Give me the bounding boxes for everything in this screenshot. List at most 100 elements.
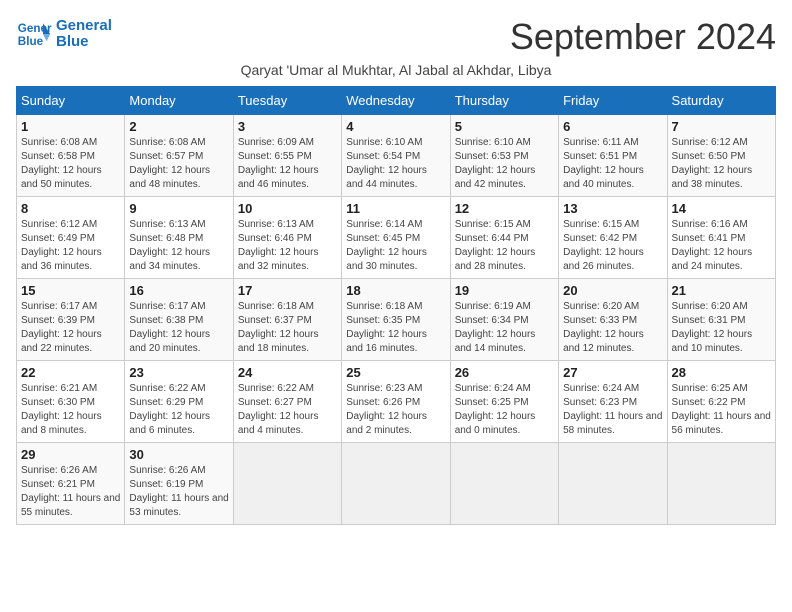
calendar-table: SundayMondayTuesdayWednesdayThursdayFrid… [16, 86, 776, 525]
page-header: General Blue General Blue September 2024 [16, 16, 776, 58]
day-number: 12 [455, 201, 554, 216]
calendar-cell: 18 Sunrise: 6:18 AMSunset: 6:35 PMDayligh… [342, 279, 450, 361]
calendar-cell [667, 443, 775, 525]
calendar-cell [233, 443, 341, 525]
day-info: Sunrise: 6:18 AMSunset: 6:35 PMDaylight:… [346, 300, 445, 356]
day-info: Sunrise: 6:20 AMSunset: 6:33 PMDaylight:… [563, 300, 662, 356]
week-row-3: 15Sunrise: 6:17 AMSunset: 6:39 PMDayligh… [17, 279, 776, 361]
day-number: 19 [455, 283, 554, 298]
day-info: Sunrise: 6:24 AMSunset: 6:23 PMDaylight:… [563, 382, 662, 438]
day-info: Sunrise: 6:26 AMSunset: 6:19 PMDaylight:… [129, 464, 228, 520]
calendar-cell: 26 Sunrise: 6:24 AMSunset: 6:25 PMDayligh… [450, 361, 558, 443]
day-number: 1 [21, 119, 120, 134]
header-friday: Friday [559, 87, 667, 115]
day-info: Sunrise: 6:15 AMSunset: 6:42 PMDaylight:… [563, 218, 662, 274]
day-number: 16 [129, 283, 228, 298]
calendar-cell: 17Sunrise: 6:18 AMSunset: 6:37 PMDayligh… [233, 279, 341, 361]
calendar-cell: 19 Sunrise: 6:19 AMSunset: 6:34 PMDayligh… [450, 279, 558, 361]
day-info: Sunrise: 6:08 AMSunset: 6:57 PMDaylight:… [129, 136, 228, 192]
day-info: Sunrise: 6:24 AMSunset: 6:25 PMDaylight:… [455, 382, 554, 438]
day-number: 24 [238, 365, 337, 380]
calendar-cell: 21 Sunrise: 6:20 AMSunset: 6:31 PMDayligh… [667, 279, 775, 361]
header-wednesday: Wednesday [342, 87, 450, 115]
day-number: 9 [129, 201, 228, 216]
calendar-cell: 25 Sunrise: 6:23 AMSunset: 6:26 PMDayligh… [342, 361, 450, 443]
svg-text:Blue: Blue [18, 35, 44, 48]
calendar-cell: 14Sunrise: 6:16 AMSunset: 6:41 PMDayligh… [667, 197, 775, 279]
day-number: 23 [129, 365, 228, 380]
calendar-cell [559, 443, 667, 525]
calendar-cell: 22 Sunrise: 6:21 AMSunset: 6:30 PMDayligh… [17, 361, 125, 443]
day-info: Sunrise: 6:16 AMSunset: 6:41 PMDaylight:… [672, 218, 771, 274]
day-info: Sunrise: 6:14 AMSunset: 6:45 PMDaylight:… [346, 218, 445, 274]
calendar-cell: 11 Sunrise: 6:14 AMSunset: 6:45 PMDayligh… [342, 197, 450, 279]
week-row-1: 1 Sunrise: 6:08 AMSunset: 6:58 PMDaylight… [17, 115, 776, 197]
calendar-cell: 2 Sunrise: 6:08 AMSunset: 6:57 PMDaylight… [125, 115, 233, 197]
day-info: Sunrise: 6:20 AMSunset: 6:31 PMDaylight:… [672, 300, 771, 356]
day-number: 11 [346, 201, 445, 216]
calendar-cell [342, 443, 450, 525]
day-number: 22 [21, 365, 120, 380]
calendar-cell: 6 Sunrise: 6:11 AMSunset: 6:51 PMDaylight… [559, 115, 667, 197]
day-number: 10 [238, 201, 337, 216]
day-info: Sunrise: 6:12 AMSunset: 6:50 PMDaylight:… [672, 136, 771, 192]
day-info: Sunrise: 6:22 AMSunset: 6:29 PMDaylight:… [129, 382, 228, 438]
calendar-cell: 1 Sunrise: 6:08 AMSunset: 6:58 PMDaylight… [17, 115, 125, 197]
header-sunday: Sunday [17, 87, 125, 115]
header-tuesday: Tuesday [233, 87, 341, 115]
calendar-cell: 29 Sunrise: 6:26 AMSunset: 6:21 PMDayligh… [17, 443, 125, 525]
calendar-cell: 4 Sunrise: 6:10 AMSunset: 6:54 PMDaylight… [342, 115, 450, 197]
day-number: 21 [672, 283, 771, 298]
calendar-subtitle: Qaryat 'Umar al Mukhtar, Al Jabal al Akh… [16, 62, 776, 78]
calendar-cell: 12 Sunrise: 6:15 AMSunset: 6:44 PMDayligh… [450, 197, 558, 279]
day-info: Sunrise: 6:09 AMSunset: 6:55 PMDaylight:… [238, 136, 337, 192]
day-info: Sunrise: 6:25 AMSunset: 6:22 PMDaylight:… [672, 382, 771, 438]
day-number: 27 [563, 365, 662, 380]
day-info: Sunrise: 6:19 AMSunset: 6:34 PMDaylight:… [455, 300, 554, 356]
month-title: September 2024 [510, 16, 776, 58]
day-number: 26 [455, 365, 554, 380]
calendar-cell: 20 Sunrise: 6:20 AMSunset: 6:33 PMDayligh… [559, 279, 667, 361]
day-number: 25 [346, 365, 445, 380]
day-info: Sunrise: 6:18 AMSunset: 6:37 PMDaylight:… [238, 300, 337, 356]
day-info: Sunrise: 6:13 AMSunset: 6:46 PMDaylight:… [238, 218, 337, 274]
day-number: 2 [129, 119, 228, 134]
day-number: 6 [563, 119, 662, 134]
day-info: Sunrise: 6:12 AMSunset: 6:49 PMDaylight:… [21, 218, 120, 274]
day-info: Sunrise: 6:08 AMSunset: 6:58 PMDaylight:… [21, 136, 120, 192]
logo-line1: General [56, 18, 112, 35]
day-info: Sunrise: 6:26 AMSunset: 6:21 PMDaylight:… [21, 464, 120, 520]
calendar-cell: 28 Sunrise: 6:25 AMSunset: 6:22 PMDayligh… [667, 361, 775, 443]
day-number: 29 [21, 447, 120, 462]
week-row-5: 29 Sunrise: 6:26 AMSunset: 6:21 PMDayligh… [17, 443, 776, 525]
week-row-4: 22 Sunrise: 6:21 AMSunset: 6:30 PMDayligh… [17, 361, 776, 443]
day-info: Sunrise: 6:10 AMSunset: 6:54 PMDaylight:… [346, 136, 445, 192]
day-number: 28 [672, 365, 771, 380]
logo: General Blue General Blue [16, 16, 112, 52]
calendar-cell: 23 Sunrise: 6:22 AMSunset: 6:29 PMDayligh… [125, 361, 233, 443]
day-info: Sunrise: 6:11 AMSunset: 6:51 PMDaylight:… [563, 136, 662, 192]
day-number: 20 [563, 283, 662, 298]
day-info: Sunrise: 6:15 AMSunset: 6:44 PMDaylight:… [455, 218, 554, 274]
day-info: Sunrise: 6:23 AMSunset: 6:26 PMDaylight:… [346, 382, 445, 438]
day-number: 18 [346, 283, 445, 298]
header-saturday: Saturday [667, 87, 775, 115]
day-number: 8 [21, 201, 120, 216]
day-number: 4 [346, 119, 445, 134]
calendar-cell: 8 Sunrise: 6:12 AMSunset: 6:49 PMDaylight… [17, 197, 125, 279]
day-number: 3 [238, 119, 337, 134]
header-monday: Monday [125, 87, 233, 115]
day-number: 5 [455, 119, 554, 134]
day-number: 7 [672, 119, 771, 134]
calendar-cell: 30 Sunrise: 6:26 AMSunset: 6:19 PMDayligh… [125, 443, 233, 525]
day-number: 15 [21, 283, 120, 298]
calendar-cell: 24Sunrise: 6:22 AMSunset: 6:27 PMDayligh… [233, 361, 341, 443]
calendar-cell: 27 Sunrise: 6:24 AMSunset: 6:23 PMDayligh… [559, 361, 667, 443]
day-info: Sunrise: 6:17 AMSunset: 6:38 PMDaylight:… [129, 300, 228, 356]
day-info: Sunrise: 6:21 AMSunset: 6:30 PMDaylight:… [21, 382, 120, 438]
day-number: 30 [129, 447, 228, 462]
calendar-cell: 15Sunrise: 6:17 AMSunset: 6:39 PMDayligh… [17, 279, 125, 361]
calendar-cell: 3 Sunrise: 6:09 AMSunset: 6:55 PMDaylight… [233, 115, 341, 197]
day-info: Sunrise: 6:13 AMSunset: 6:48 PMDaylight:… [129, 218, 228, 274]
day-number: 13 [563, 201, 662, 216]
